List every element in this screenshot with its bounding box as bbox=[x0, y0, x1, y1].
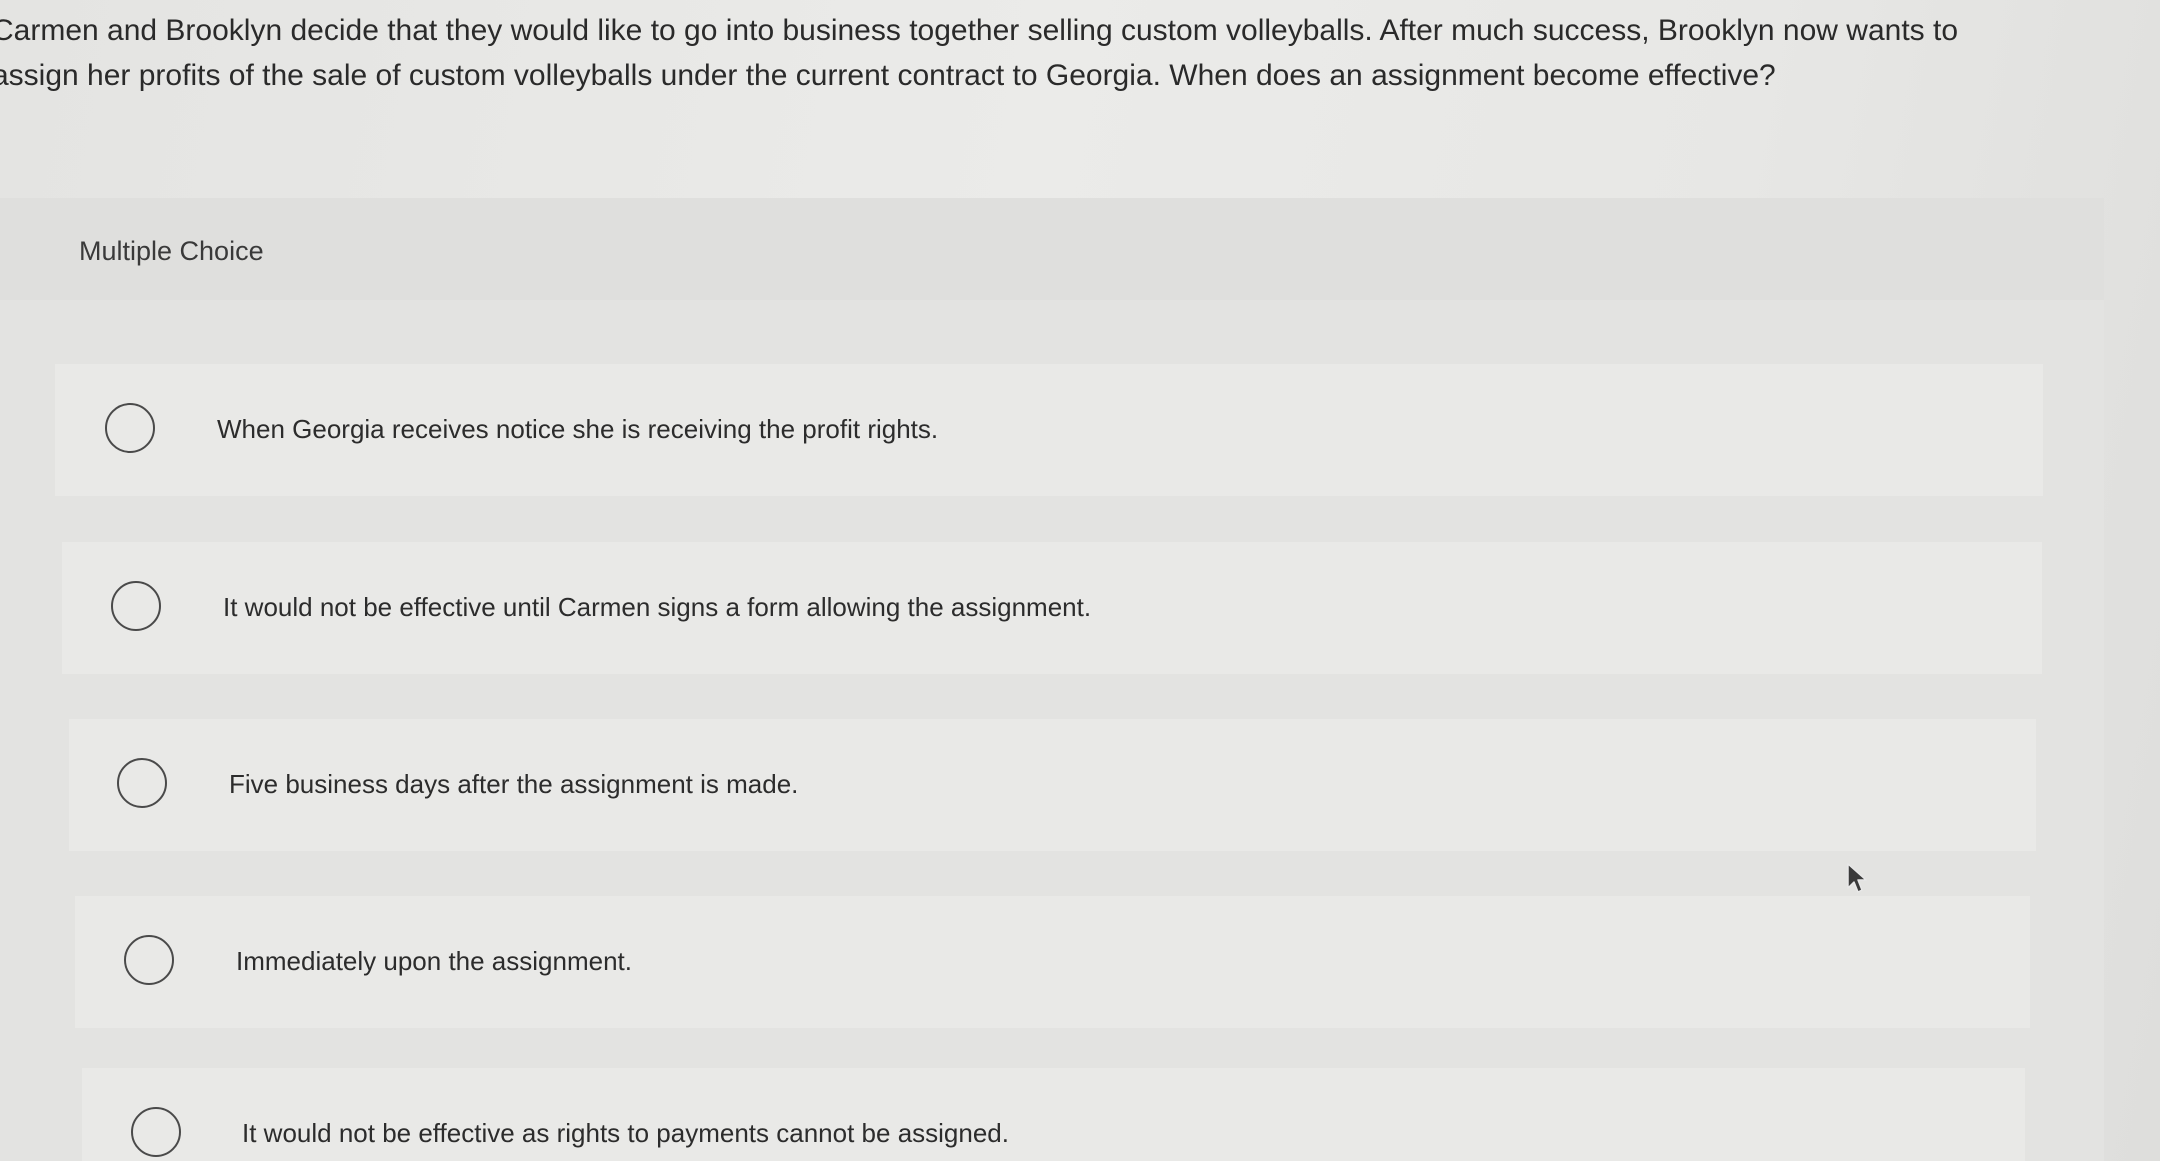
choice-label: Five business days after the assignment … bbox=[229, 769, 799, 799]
choice-option-5[interactable]: It would not be effective as rights to p… bbox=[82, 1068, 2025, 1161]
choice-label: It would not be effective as rights to p… bbox=[242, 1118, 1009, 1148]
radio-button-icon[interactable] bbox=[117, 758, 167, 808]
choice-option-2[interactable]: It would not be effective until Carmen s… bbox=[62, 542, 2042, 674]
mouse-pointer-icon bbox=[1847, 863, 1867, 893]
choice-option-1[interactable]: When Georgia receives notice she is rece… bbox=[55, 364, 2043, 496]
radio-button-icon[interactable] bbox=[111, 581, 161, 631]
panel-header: Multiple Choice bbox=[0, 198, 2104, 300]
question-text: Carmen and Brooklyn decide that they wou… bbox=[0, 14, 1959, 92]
radio-button-icon[interactable] bbox=[105, 403, 155, 453]
choice-option-4[interactable]: Immediately upon the assignment. bbox=[75, 896, 2030, 1028]
choice-label: Immediately upon the assignment. bbox=[236, 946, 632, 976]
radio-button-icon[interactable] bbox=[131, 1107, 181, 1157]
choice-option-3[interactable]: Five business days after the assignment … bbox=[69, 719, 2036, 851]
panel-title: Multiple Choice bbox=[79, 236, 264, 266]
choice-label: It would not be effective until Carmen s… bbox=[223, 592, 1092, 622]
radio-button-icon[interactable] bbox=[124, 935, 174, 985]
choice-label: When Georgia receives notice she is rece… bbox=[217, 414, 939, 444]
